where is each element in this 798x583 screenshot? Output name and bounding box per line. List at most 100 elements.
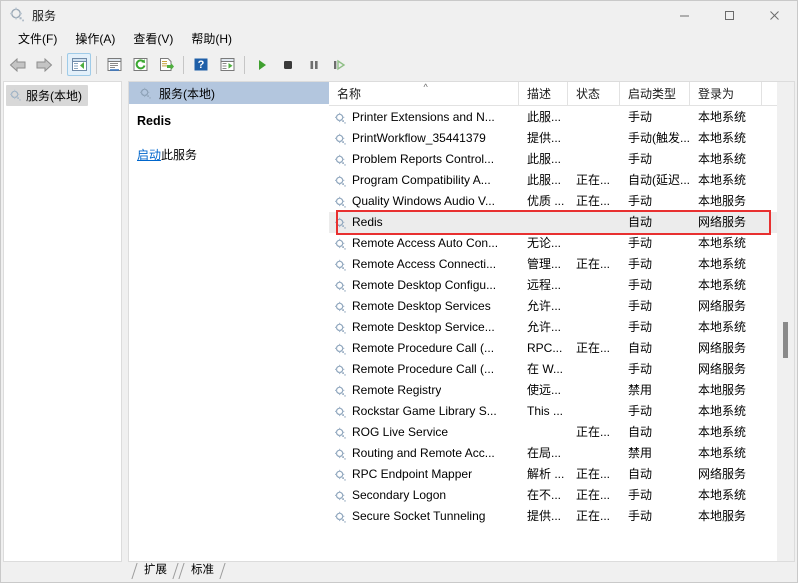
services-gear-icon (334, 237, 347, 250)
cell-description (519, 422, 568, 443)
cell-log-on-as: 网络服务 (698, 362, 747, 376)
table-row[interactable]: Remote Procedure Call (... 在 W... 手动 网络服务 (329, 359, 794, 380)
table-row[interactable]: ROG Live Service 正在... 自动 本地系统 (329, 422, 794, 443)
cell-startup-type: 自动(延迟... (628, 173, 690, 187)
pause-service-icon[interactable] (302, 53, 326, 76)
sort-ascending-icon: ^ (423, 82, 428, 92)
cell-description: RPC... (527, 341, 563, 355)
column-header-log-on-as[interactable]: 登录为 (690, 82, 762, 106)
table-row[interactable]: RPC Endpoint Mapper 解析 ... 正在... 自动 网络服务 (329, 464, 794, 485)
export-list-icon[interactable] (154, 53, 178, 76)
toolbar: ? (1, 50, 797, 79)
cell-service-name: Remote Procedure Call (... (329, 338, 519, 359)
cell-service-name: PrintWorkflow_35441379 (329, 128, 519, 149)
service-name-text: RPC Endpoint Mapper (352, 467, 473, 481)
cell-status (568, 401, 620, 422)
services-gear-icon (334, 468, 347, 481)
cell-description: This ... (527, 404, 564, 418)
tab-extended[interactable]: 扩展 (132, 562, 177, 580)
cell-startup-type: 手动 (628, 110, 653, 124)
table-row[interactable]: Rockstar Game Library S... This ... 手动 本地系统 (329, 401, 794, 422)
column-header-startup-type[interactable]: 启动类型 (620, 82, 690, 106)
table-row[interactable]: Remote Access Auto Con... 无论... 手动 本地系统 (329, 233, 794, 254)
table-row[interactable]: Secure Socket Tunneling 提供... 正在... 手动 本地服务 (329, 506, 794, 527)
show-hide-console-tree-icon[interactable] (67, 53, 91, 76)
tab-standard[interactable]: 标准 (179, 562, 224, 580)
cell-description: 允许... (527, 299, 562, 313)
maximize-button[interactable] (707, 1, 752, 29)
table-row[interactable]: Program Compatibility A... 此服... 正在... 自动(延… (329, 170, 794, 191)
tree-node-services-local[interactable]: 服务(本地) (6, 85, 88, 106)
table-row[interactable]: Problem Reports Control... 此服... 手动 本地系统 (329, 149, 794, 170)
cell-log-on-as: 本地系统 (698, 446, 747, 460)
table-row[interactable]: Remote Registry 使远... 禁用 本地服务 (329, 380, 794, 401)
restart-service-icon[interactable] (328, 53, 352, 76)
forward-arrow-icon[interactable] (32, 53, 56, 76)
table-row[interactable]: Quality Windows Audio V... 优质 ... 正在... 手动 本… (329, 191, 794, 212)
help-icon[interactable]: ? (189, 53, 213, 76)
cell-status: 正在... (576, 488, 611, 502)
properties-icon[interactable] (102, 53, 126, 76)
table-row[interactable]: Redis 自动 网络服务 (329, 212, 794, 233)
table-row[interactable]: Remote Desktop Services 允许... 手动 网络服务 (329, 296, 794, 317)
table-row[interactable]: Secondary Logon 在不... 正在... 手动 本地系统 (329, 485, 794, 506)
cell-startup-type: 自动 (628, 425, 653, 439)
cell-log-on-as: 本地系统 (698, 320, 747, 334)
service-name-text: Remote Desktop Configu... (352, 278, 497, 292)
refresh-icon[interactable] (128, 53, 152, 76)
service-name-text: ROG Live Service (352, 425, 449, 439)
cell-description: 此服... (527, 173, 562, 187)
table-row[interactable]: Remote Desktop Configu... 远程... 手动 本地系统 (329, 275, 794, 296)
cell-service-name: Redis (329, 212, 519, 233)
service-name-text: Secure Socket Tunneling (352, 509, 486, 523)
table-row[interactable]: Remote Desktop Service... 允许... 手动 本地系统 (329, 317, 794, 338)
table-row[interactable]: Printer Extensions and N... 此服... 手动 本地系统 (329, 107, 794, 128)
close-button[interactable] (752, 1, 797, 29)
services-pane: 服务(本地) Redis 启动此服务 名称 ^ 描述 状态 启动类型 登录为 P… (128, 81, 795, 562)
cell-description: 在不... (527, 488, 562, 502)
start-service-action: 启动此服务 (137, 146, 329, 163)
menu-help[interactable]: 帮助(H) (182, 30, 241, 49)
menu-view[interactable]: 查看(V) (124, 30, 182, 49)
table-row[interactable]: Routing and Remote Acc... 在局... 禁用 本地系统 (329, 443, 794, 464)
tree-node-label: 服务(本地) (26, 89, 82, 103)
cell-description: 使远... (527, 383, 562, 397)
menu-action[interactable]: 操作(A) (66, 30, 124, 49)
back-arrow-icon[interactable] (6, 53, 30, 76)
cell-service-name: Remote Desktop Configu... (329, 275, 519, 296)
start-service-icon[interactable] (250, 53, 274, 76)
list-scrollbar-thumb[interactable] (783, 322, 788, 358)
minimize-button[interactable] (662, 1, 707, 29)
cell-log-on-as: 本地系统 (698, 152, 747, 166)
cell-status (568, 296, 620, 317)
cell-log-on-as: 本地系统 (698, 173, 747, 187)
show-action-pane-icon[interactable] (215, 53, 239, 76)
column-header-status[interactable]: 状态 (568, 82, 620, 106)
service-name-text: Printer Extensions and N... (352, 110, 495, 124)
column-header-name[interactable]: 名称 ^ (329, 82, 519, 106)
table-row[interactable]: Remote Procedure Call (... RPC... 正在... 自动 网… (329, 338, 794, 359)
menu-bar: 文件(F) 操作(A) 查看(V) 帮助(H) (1, 29, 797, 50)
table-row[interactable]: PrintWorkflow_35441379 提供... 手动(触发... 本地系统 (329, 128, 794, 149)
cell-log-on-as: 本地服务 (698, 509, 747, 523)
cell-service-name: Secondary Logon (329, 485, 519, 506)
cell-log-on-as: 本地服务 (698, 383, 747, 397)
start-service-link[interactable]: 启动 (137, 148, 161, 162)
cell-service-name: Rockstar Game Library S... (329, 401, 519, 422)
toolbar-separator (183, 55, 184, 74)
main-body: 服务(本地) 服务(本地) Redis 启动此服务 名称 ^ 描述 状态 启动类… (1, 79, 797, 582)
table-row[interactable]: Remote Access Connecti... 管理... 正在... 手动 本地系… (329, 254, 794, 275)
column-header-description[interactable]: 描述 (519, 82, 568, 106)
cell-description: 在局... (527, 446, 562, 460)
cell-startup-type: 自动 (628, 341, 653, 355)
cell-description: 在 W... (527, 362, 564, 376)
services-list: 名称 ^ 描述 状态 启动类型 登录为 Printer Extensions a… (329, 82, 794, 561)
cell-service-name: Problem Reports Control... (329, 149, 519, 170)
stop-service-icon[interactable] (276, 53, 300, 76)
cell-status: 正在... (576, 467, 611, 481)
services-gear-icon (334, 363, 347, 376)
list-rows: Printer Extensions and N... 此服... 手动 本地系统 Pr… (329, 107, 794, 561)
list-vertical-scrollbar[interactable] (777, 82, 794, 561)
toolbar-separator (61, 55, 62, 74)
menu-file[interactable]: 文件(F) (9, 30, 66, 49)
